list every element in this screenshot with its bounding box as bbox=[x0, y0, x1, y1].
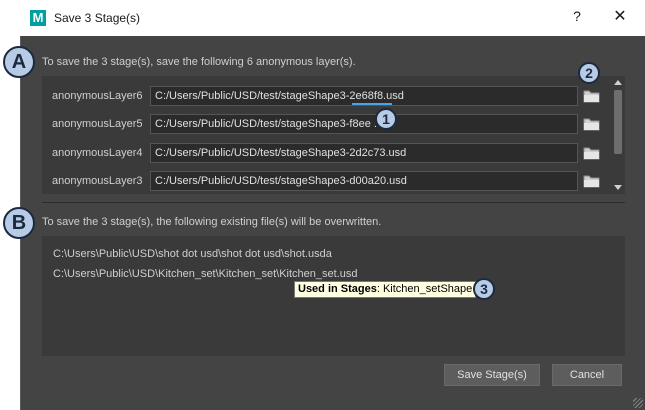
close-icon[interactable]: ✕ bbox=[610, 6, 630, 28]
tooltip-label: Used in Stages bbox=[298, 283, 377, 295]
resize-grip-icon[interactable] bbox=[633, 398, 643, 408]
maya-app-icon: M bbox=[30, 10, 46, 26]
folder-icon[interactable] bbox=[582, 87, 602, 105]
layer-name: anonymousLayer6 bbox=[52, 90, 143, 102]
help-button[interactable]: ? bbox=[568, 8, 586, 28]
save-stages-dialog-window: M Save 3 Stage(s) ? ✕ To save the 3 stag… bbox=[0, 0, 645, 410]
callout-2: 2 bbox=[578, 62, 600, 84]
layer-name: anonymousLayer4 bbox=[52, 147, 143, 159]
folder-icon[interactable] bbox=[582, 172, 602, 190]
callout-3: 3 bbox=[473, 278, 495, 300]
callout-a: A bbox=[3, 46, 35, 78]
anonymous-layers-heading: To save the 3 stage(s), save the followi… bbox=[42, 56, 356, 68]
layer-row: anonymousLayer5 C:/Users/Public/USD/test… bbox=[42, 114, 612, 134]
layer-path-field[interactable]: C:/Users/Public/USD/test/stageShape3-2d2… bbox=[150, 143, 578, 163]
path-highlight-underline bbox=[352, 103, 392, 105]
used-in-stages-tooltip: Used in Stages: Kitchen_setShape bbox=[294, 281, 477, 298]
list-item[interactable]: C:\Users\Public\USD\shot dot usd\shot do… bbox=[53, 248, 332, 260]
callout-b: B bbox=[3, 207, 35, 239]
folder-icon[interactable] bbox=[582, 115, 602, 133]
cancel-button[interactable]: Cancel bbox=[552, 364, 622, 386]
window-title: Save 3 Stage(s) bbox=[54, 11, 141, 25]
overwrite-files-heading: To save the 3 stage(s), the following ex… bbox=[42, 216, 382, 228]
save-stages-button[interactable]: Save Stage(s) bbox=[444, 364, 540, 386]
layer-name: anonymousLayer5 bbox=[52, 118, 143, 130]
dialog-body: To save the 3 stage(s), save the followi… bbox=[20, 36, 645, 410]
tooltip-value: : Kitchen_setShape bbox=[376, 283, 473, 295]
anonymous-layers-list: anonymousLayer6 C:/Users/Public/USD/test… bbox=[42, 76, 625, 194]
layer-row: anonymousLayer4 C:/Users/Public/USD/test… bbox=[42, 143, 612, 163]
scroll-down-arrow-icon[interactable] bbox=[614, 185, 622, 190]
layer-row: anonymousLayer6 C:/Users/Public/USD/test… bbox=[42, 86, 612, 106]
list-item[interactable]: C:\Users\Public\USD\Kitchen_set\Kitchen_… bbox=[53, 268, 357, 280]
folder-icon[interactable] bbox=[582, 144, 602, 162]
layer-path-field[interactable]: C:/Users/Public/USD/test/stageShape3-f8e… bbox=[150, 114, 578, 134]
layers-scrollbar[interactable] bbox=[611, 76, 625, 194]
layer-row: anonymousLayer3 C:/Users/Public/USD/test… bbox=[42, 171, 612, 191]
scroll-up-arrow-icon[interactable] bbox=[614, 80, 622, 85]
title-bar: M Save 3 Stage(s) ? ✕ bbox=[20, 0, 645, 36]
callout-1: 1 bbox=[375, 108, 397, 130]
layer-path-field[interactable]: C:/Users/Public/USD/test/stageShape3-d00… bbox=[150, 171, 578, 191]
scroll-thumb[interactable] bbox=[614, 90, 622, 154]
layer-name: anonymousLayer3 bbox=[52, 175, 143, 187]
section-divider bbox=[42, 202, 625, 203]
